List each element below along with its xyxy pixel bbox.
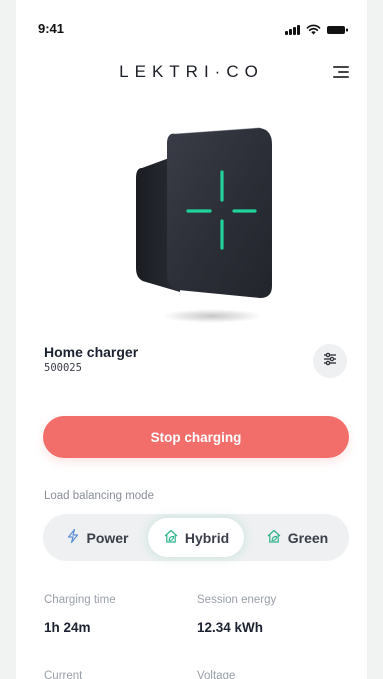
device-name: Home charger	[44, 344, 139, 360]
sliders-icon	[323, 352, 337, 371]
mode-option-green[interactable]: Green	[249, 518, 345, 557]
brand-logo: LEKTRI·CO	[119, 62, 264, 81]
app-screen: 9:41 LEKTRI·CO Home charger 500025 Stop …	[16, 0, 367, 679]
house-leaf-icon	[266, 528, 283, 547]
mode-option-label: Hybrid	[184, 529, 230, 546]
status-time: 9:41	[38, 21, 65, 36]
status-bar: 9:41	[16, 0, 367, 44]
mode-option-label: Power	[86, 529, 129, 546]
battery-icon	[327, 25, 349, 35]
stat-label-session-energy: Session energy	[197, 594, 277, 606]
status-icons	[285, 24, 349, 35]
mode-option-hybrid[interactable]: Hybrid	[148, 518, 244, 557]
load-balancing-toggle: Power Hybrid Green	[43, 514, 349, 561]
stat-label-current: Current	[44, 670, 83, 679]
house-leaf-icon	[163, 528, 180, 547]
menu-icon[interactable]	[329, 64, 349, 80]
stat-value-charging-time: 1h 24m	[44, 620, 91, 635]
charger-illustration	[120, 120, 284, 330]
stat-value-session-energy: 12.34 kWh	[197, 620, 264, 635]
stop-charging-button[interactable]: Stop charging	[43, 416, 349, 458]
settings-button[interactable]	[313, 344, 347, 378]
stat-label-voltage: Voltage	[197, 670, 236, 679]
mode-option-label: Green	[287, 529, 329, 546]
signal-icon	[285, 25, 300, 35]
mode-option-power[interactable]: Power	[49, 518, 145, 557]
wifi-icon	[306, 24, 321, 35]
device-id: 500025	[44, 362, 82, 374]
bolt-icon	[65, 528, 81, 547]
load-balancing-label: Load balancing mode	[44, 490, 154, 502]
stat-label-charging-time: Charging time	[44, 594, 116, 606]
